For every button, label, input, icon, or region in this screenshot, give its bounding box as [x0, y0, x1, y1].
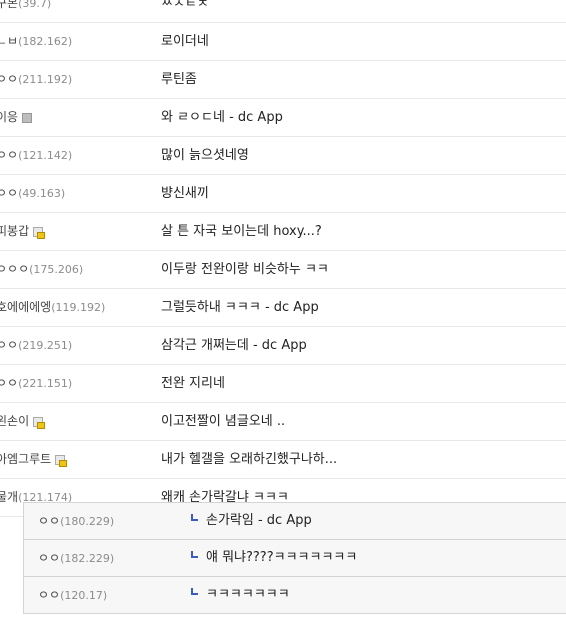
- comment-author[interactable]: 왼손이: [0, 403, 46, 440]
- member-badge-icon: [22, 112, 33, 123]
- reply-author[interactable]: ㅇㅇ(120.17): [38, 577, 107, 613]
- reply-arrow-icon: [191, 551, 198, 558]
- comment-row: 왼손이 이고전짤이 념글오네 ..: [0, 403, 566, 441]
- comment-text: 루틴좀: [161, 72, 197, 87]
- comment-row: 아엠그루트 내가 헬갤을 오래하긴했구나하...: [0, 441, 566, 479]
- comment-row: ㅇㅇ(211.192) 루틴좀: [0, 61, 566, 99]
- comment-text: 많이 늙으셧네영: [161, 148, 249, 163]
- reply-text: ㅋㅋㅋㅋㅋㅋㅋ: [191, 577, 290, 613]
- reply-text: 얘 뭐냐????ㅋㅋㅋㅋㅋㅋㅋ: [191, 540, 357, 576]
- reply-text: 손가락임 - dc App: [191, 503, 312, 539]
- comment-author[interactable]: ㅇㅇ(221.151): [0, 365, 72, 402]
- comment-text: 삼각근 개쩌는데 - dc App: [161, 338, 307, 353]
- comment-text: 이두랑 전완이랑 비슷하누 ㅋㅋ: [161, 262, 329, 277]
- comment-author[interactable]: ㅇㅇㅇ(175.206): [0, 251, 83, 288]
- comment-text: ㅆㅅㅌㅊ: [161, 0, 209, 11]
- comment-author[interactable]: ㅇㅇ(219.251): [0, 327, 72, 364]
- comment-row: ㅇㅇ(221.151) 전완 지리네: [0, 365, 566, 403]
- comment-author[interactable]: 호에에에엥(119.192): [0, 289, 105, 326]
- fixed-nick-lock-icon: [33, 226, 46, 239]
- comment-list: 구본(39.7) ㅆㅅㅌㅊ ㄴㅂ(182.162) 로이더네 ㅇㅇ(211.19…: [0, 0, 566, 517]
- comment-text: 전완 지리네: [161, 376, 225, 391]
- comment-author[interactable]: ㄴㅂ(182.162): [0, 23, 72, 60]
- comment-author[interactable]: 구본(39.7): [0, 0, 51, 22]
- reply-row: ㅇㅇ(120.17) ㅋㅋㅋㅋㅋㅋㅋ: [24, 577, 566, 613]
- comment-row: 피봉갑 살 튼 자국 보이는데 hoxy...?: [0, 213, 566, 251]
- comment-text: 이고전짤이 념글오네 ..: [161, 414, 286, 429]
- reply-arrow-icon: [191, 514, 198, 521]
- comment-row: 구본(39.7) ㅆㅅㅌㅊ: [0, 0, 566, 23]
- comment-row: ㅇㅇ(219.251) 삼각근 개쩌는데 - dc App: [0, 327, 566, 365]
- reply-row: ㅇㅇ(182.229) 얘 뭐냐????ㅋㅋㅋㅋㅋㅋㅋ: [24, 540, 566, 577]
- reply-list: ㅇㅇ(180.229) 손가락임 - dc App ㅇㅇ(182.229) 얘 …: [23, 502, 566, 614]
- comment-text: 로이더네: [161, 34, 209, 49]
- reply-author[interactable]: ㅇㅇ(182.229): [38, 540, 114, 576]
- comment-author[interactable]: ㅇㅇ(211.192): [0, 61, 72, 98]
- reply-arrow-icon: [191, 588, 198, 595]
- comment-row: ㅇㅇ(121.142) 많이 늙으셧네영: [0, 137, 566, 175]
- comment-row: ㅇㅇ(49.163) 뱡신새끼: [0, 175, 566, 213]
- fixed-nick-lock-icon: [33, 416, 46, 429]
- reply-author[interactable]: ㅇㅇ(180.229): [38, 503, 114, 539]
- comment-row: 호에에에엥(119.192) 그럴듯하내 ㅋㅋㅋ - dc App: [0, 289, 566, 327]
- fixed-nick-lock-icon: [55, 454, 68, 467]
- reply-row: ㅇㅇ(180.229) 손가락임 - dc App: [24, 503, 566, 540]
- comment-text: 와 ㄹㅇㄷ네 - dc App: [161, 110, 283, 125]
- comment-author[interactable]: ㅇㅇ(121.142): [0, 137, 72, 174]
- comment-row: 이응 와 ㄹㅇㄷ네 - dc App: [0, 99, 566, 137]
- comment-text: 내가 헬갤을 오래하긴했구나하...: [161, 452, 338, 467]
- comment-text: 그럴듯하내 ㅋㅋㅋ - dc App: [161, 300, 319, 315]
- comment-author[interactable]: 아엠그루트: [0, 441, 68, 478]
- comment-text: 살 튼 자국 보이는데 hoxy...?: [161, 224, 322, 239]
- comment-text: 뱡신새끼: [161, 186, 209, 201]
- comment-author[interactable]: 이응: [0, 99, 33, 136]
- comment-row: ㄴㅂ(182.162) 로이더네: [0, 23, 566, 61]
- comment-row: ㅇㅇㅇ(175.206) 이두랑 전완이랑 비슷하누 ㅋㅋ: [0, 251, 566, 289]
- comment-author[interactable]: 피봉갑: [0, 213, 46, 250]
- comment-author[interactable]: ㅇㅇ(49.163): [0, 175, 65, 212]
